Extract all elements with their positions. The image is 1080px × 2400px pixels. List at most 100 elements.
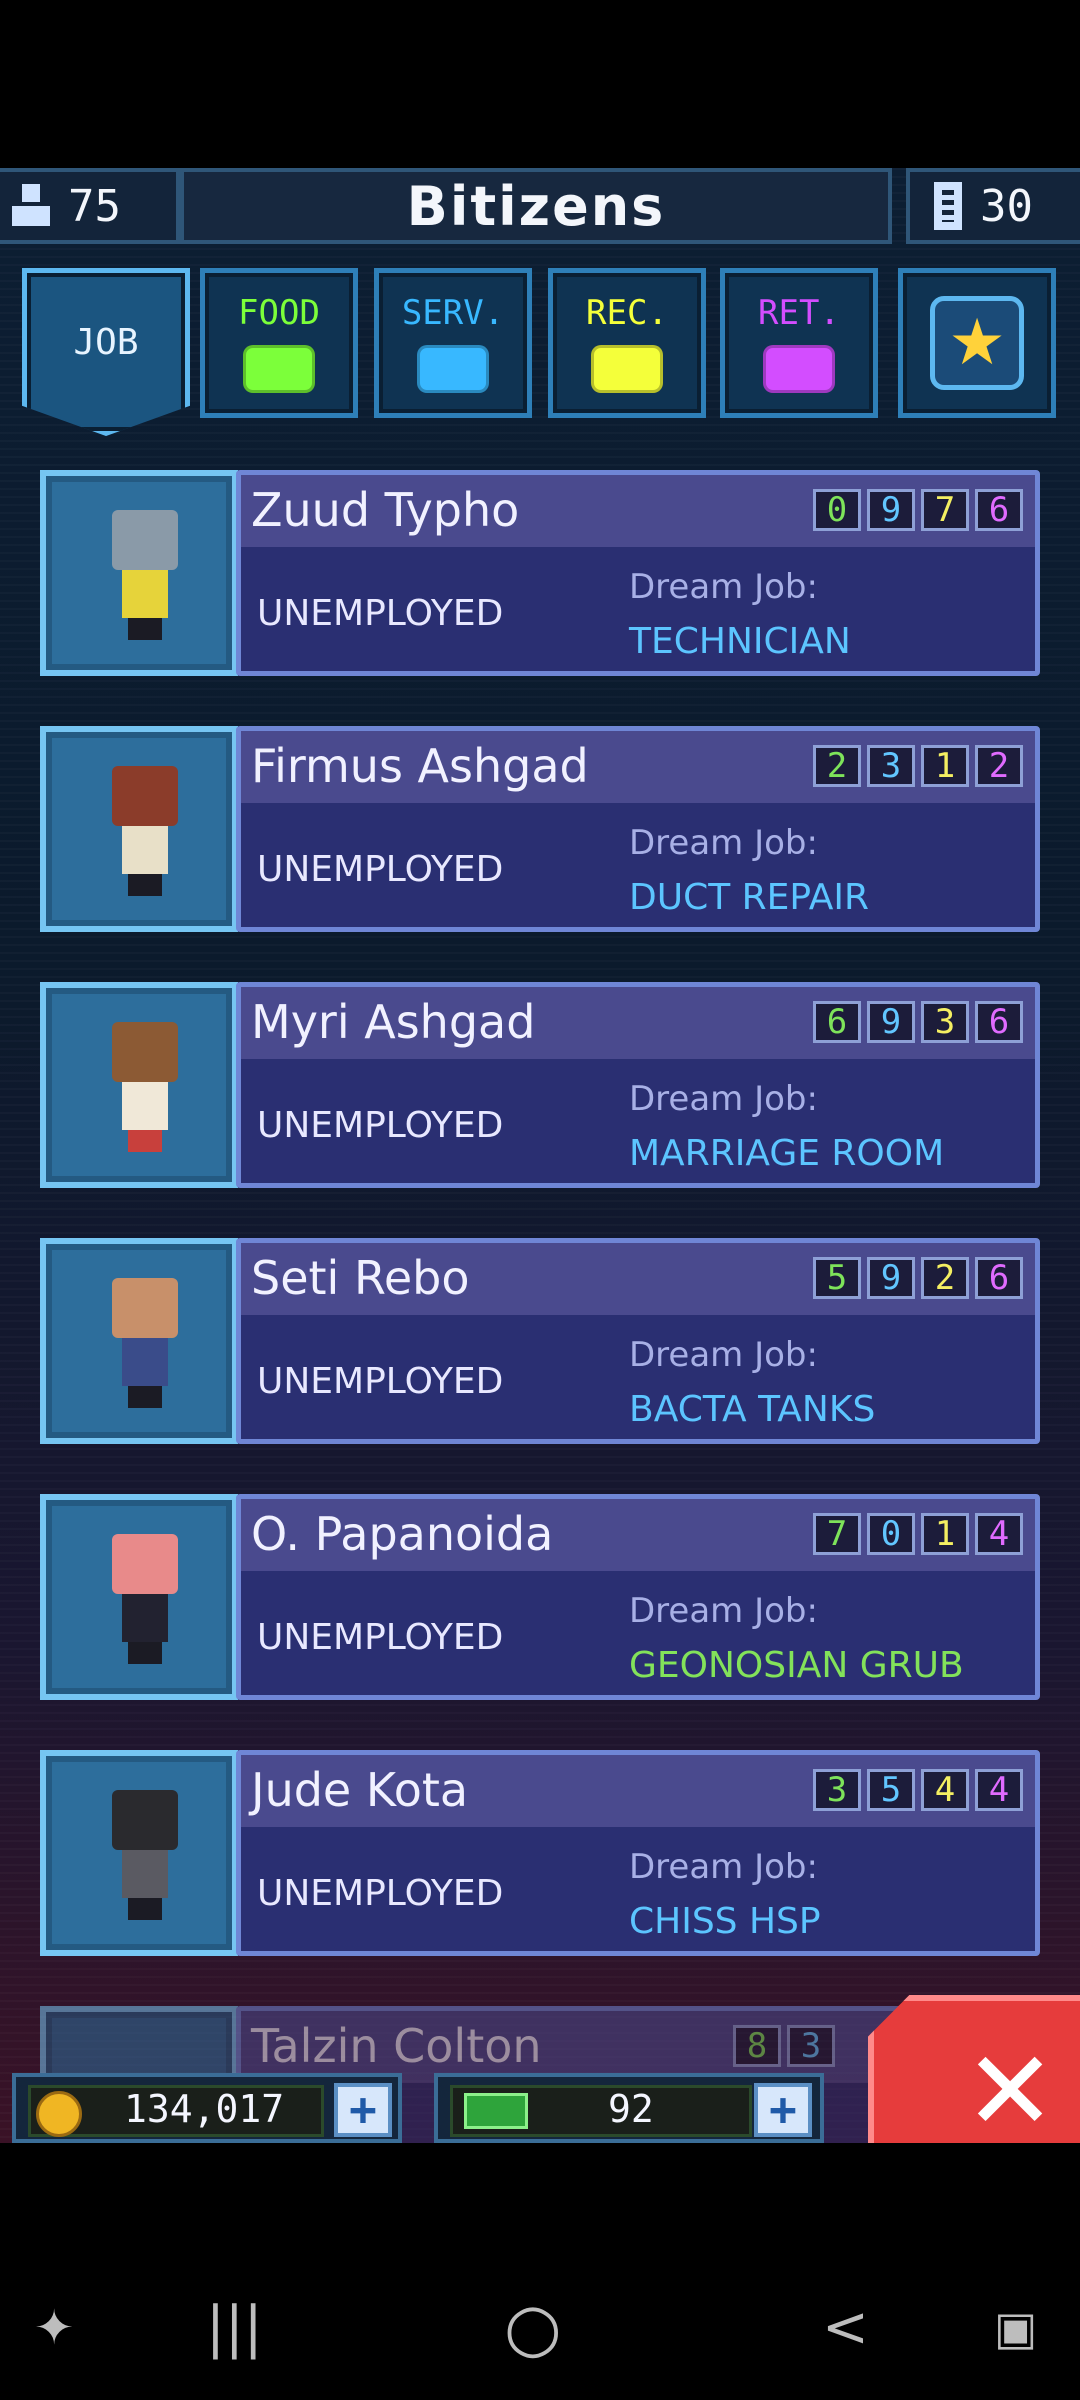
recents-button[interactable]: ||| — [206, 2300, 263, 2356]
stat-service: 3 — [867, 745, 915, 787]
coin-icon — [36, 2091, 82, 2137]
elevator-icon — [934, 182, 962, 230]
skill-stats: 2 3 1 2 — [813, 745, 1023, 787]
bitizen-card: Seti Rebo 5 9 2 6 UNEMPLOYED Dream Job: … — [236, 1238, 1040, 1444]
stat-food: 5 — [813, 1257, 861, 1299]
stat-retail: 6 — [975, 1001, 1023, 1043]
stat-food: 6 — [813, 1001, 861, 1043]
bitizen-row[interactable]: Zuud Typho 0 9 7 6 UNEMPLOYED Dream Job:… — [40, 470, 1040, 682]
tab-recreation[interactable]: REC. — [548, 268, 706, 418]
skill-stats: 7 0 1 4 — [813, 1513, 1023, 1555]
stat-food: 2 — [813, 745, 861, 787]
job-status: UNEMPLOYED — [257, 1873, 504, 1914]
dream-job: GEONOSIAN GRUB — [629, 1645, 964, 1686]
bux-amount: 92 — [608, 2087, 654, 2131]
service-indicator — [417, 345, 489, 393]
stat-recreation: 2 — [921, 1257, 969, 1299]
close-button[interactable]: ✕ — [868, 1995, 1080, 2143]
skill-stats: 6 9 3 6 — [813, 1001, 1023, 1043]
game-screen: 75 Bitizens 30 JOB FOOD SERV. REC. RET. … — [0, 168, 1080, 2143]
stat-food: 3 — [813, 1769, 861, 1811]
recreation-indicator — [591, 345, 663, 393]
dream-job-label: Dream Job: — [629, 1079, 818, 1119]
tab-job[interactable]: JOB — [22, 268, 190, 436]
skill-stats: 0 9 7 6 — [813, 489, 1023, 531]
bitizen-row[interactable]: Firmus Ashgad 2 3 1 2 UNEMPLOYED Dream J… — [40, 726, 1040, 938]
stat-food: 8 — [733, 2025, 781, 2067]
bitizen-row[interactable]: O. Papanoida 7 0 1 4 UNEMPLOYED Dream Jo… — [40, 1494, 1040, 1706]
system-nav-bar: ✦ ||| ○ < ▣ — [0, 2240, 1080, 2400]
stat-retail: 4 — [975, 1769, 1023, 1811]
population-counter: 75 — [0, 168, 180, 244]
stat-service: 9 — [867, 489, 915, 531]
tab-service[interactable]: SERV. — [374, 268, 532, 418]
tab-job-label: JOB — [73, 321, 139, 363]
stat-recreation: 4 — [921, 1769, 969, 1811]
bitizen-row[interactable]: Jude Kota 3 5 4 4 UNEMPLOYED Dream Job: … — [40, 1750, 1040, 1962]
dream-job: TECHNICIAN — [629, 621, 851, 662]
stat-food: 7 — [813, 1513, 861, 1555]
bitizen-row[interactable]: Seti Rebo 5 9 2 6 UNEMPLOYED Dream Job: … — [40, 1238, 1040, 1450]
job-status: UNEMPLOYED — [257, 593, 504, 634]
bitizen-name: Myri Ashgad — [251, 995, 536, 1049]
stat-service: 5 — [867, 1769, 915, 1811]
population-count: 75 — [68, 180, 121, 232]
job-status: UNEMPLOYED — [257, 1617, 504, 1658]
food-indicator — [243, 345, 315, 393]
bitizen-row[interactable]: Myri Ashgad 6 9 3 6 UNEMPLOYED Dream Job… — [40, 982, 1040, 1194]
stat-recreation: 7 — [921, 489, 969, 531]
job-status: UNEMPLOYED — [257, 1361, 504, 1402]
bitizen-card: Jude Kota 3 5 4 4 UNEMPLOYED Dream Job: … — [236, 1750, 1040, 1956]
bitizen-name: O. Papanoida — [251, 1507, 554, 1561]
stat-recreation: 3 — [921, 1001, 969, 1043]
tab-food[interactable]: FOOD — [200, 268, 358, 418]
add-bux-button[interactable]: + — [754, 2083, 812, 2137]
bitizen-sprite — [112, 766, 178, 896]
dream-job-label: Dream Job: — [629, 1847, 818, 1887]
bitizen-name: Zuud Typho — [251, 483, 520, 537]
dream-job-label: Dream Job: — [629, 1591, 818, 1631]
tab-favorites[interactable]: ★ — [898, 268, 1056, 418]
page-title: Bitizens — [406, 174, 666, 238]
avatar — [40, 470, 238, 676]
floors-counter: 30 — [906, 168, 1080, 244]
bux-panel: 92 + — [434, 2073, 824, 2143]
dream-job-label: Dream Job: — [629, 1335, 818, 1375]
capture-icon[interactable]: ▣ — [994, 2300, 1037, 2356]
tab-food-label: FOOD — [238, 293, 320, 333]
job-status: UNEMPLOYED — [257, 1105, 504, 1146]
avatar — [40, 982, 238, 1188]
game-launcher-icon[interactable]: ✦ — [34, 2300, 74, 2356]
star-icon: ★ — [930, 296, 1024, 390]
bitizen-card: Firmus Ashgad 2 3 1 2 UNEMPLOYED Dream J… — [236, 726, 1040, 932]
person-icon — [12, 182, 50, 230]
back-button[interactable]: < — [822, 2300, 869, 2356]
avatar — [40, 1750, 238, 1956]
bitizen-name: Firmus Ashgad — [251, 739, 589, 793]
coin-amount: 134,017 — [124, 2087, 285, 2131]
stat-retail: 6 — [975, 489, 1023, 531]
tab-recreation-label: REC. — [586, 293, 668, 333]
avatar — [40, 1238, 238, 1444]
dream-job-label: Dream Job: — [629, 567, 818, 607]
stat-recreation: 1 — [921, 745, 969, 787]
tab-service-label: SERV. — [401, 293, 505, 333]
bitizen-name: Seti Rebo — [251, 1251, 470, 1305]
top-bar: 75 Bitizens 30 — [0, 168, 1080, 248]
tab-retail-label: RET. — [758, 293, 840, 333]
home-button[interactable]: ○ — [504, 2295, 562, 2361]
job-status: UNEMPLOYED — [257, 849, 504, 890]
dream-job-label: Dream Job: — [629, 823, 818, 863]
bitizen-card: Zuud Typho 0 9 7 6 UNEMPLOYED Dream Job:… — [236, 470, 1040, 676]
bitizen-card: O. Papanoida 7 0 1 4 UNEMPLOYED Dream Jo… — [236, 1494, 1040, 1700]
cash-icon — [464, 2093, 528, 2129]
stat-food: 0 — [813, 489, 861, 531]
stat-recreation: 1 — [921, 1513, 969, 1555]
skill-stats: 8 3 — [733, 2025, 835, 2067]
tab-retail[interactable]: RET. — [720, 268, 878, 418]
add-coins-button[interactable]: + — [334, 2083, 392, 2137]
retail-indicator — [763, 345, 835, 393]
title-panel: Bitizens — [180, 168, 892, 244]
bitizen-sprite — [112, 1278, 178, 1408]
stat-retail: 4 — [975, 1513, 1023, 1555]
